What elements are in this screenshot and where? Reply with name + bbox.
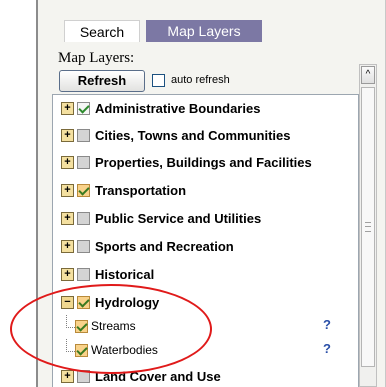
expand-icon[interactable]: + <box>61 129 74 142</box>
layer-label: Historical <box>95 267 155 282</box>
layer-label: Public Service and Utilities <box>95 211 262 226</box>
auto-refresh-checkbox[interactable] <box>152 74 165 87</box>
layer-label: Cities, Towns and Communities <box>95 128 291 143</box>
layer-checkbox[interactable] <box>77 296 90 309</box>
expand-icon[interactable]: + <box>61 240 74 253</box>
layer-checkbox[interactable] <box>77 370 90 383</box>
panel-title: Map Layers: <box>58 50 135 66</box>
layer-checkbox[interactable] <box>77 212 90 225</box>
expand-icon[interactable]: + <box>61 212 74 225</box>
layer-checkbox[interactable] <box>77 240 90 253</box>
sublayer-checkbox[interactable] <box>75 320 88 333</box>
tree-connector <box>66 315 75 328</box>
sublayer-checkbox[interactable] <box>75 344 88 357</box>
layer-label: Administrative Boundaries <box>95 101 261 116</box>
vertical-scrollbar[interactable]: ^ <box>359 64 377 387</box>
expand-icon[interactable]: + <box>61 268 74 281</box>
sublayer-row-streams[interactable]: Streams ? <box>53 315 358 339</box>
layer-row-historical[interactable]: + Historical <box>53 263 358 287</box>
left-margin <box>0 0 36 387</box>
layer-row-public-service[interactable]: + Public Service and Utilities <box>53 207 358 231</box>
collapse-icon[interactable]: − <box>61 296 74 309</box>
layer-row-hydrology[interactable]: − Hydrology <box>53 291 358 315</box>
layer-label: Land Cover and Use <box>95 369 221 384</box>
scroll-thumb[interactable] <box>361 87 375 367</box>
help-icon[interactable]: ? <box>323 317 331 332</box>
sublayer-row-waterbodies[interactable]: Waterbodies ? <box>53 339 358 363</box>
sublayer-label: Waterbodies <box>91 343 158 357</box>
grip-icon <box>365 222 371 232</box>
layer-row-land-cover[interactable]: + Land Cover and Use <box>53 365 358 387</box>
help-icon[interactable]: ? <box>323 341 331 356</box>
layer-tree: + Administrative Boundaries + Cities, To… <box>52 94 359 387</box>
layer-label: Properties, Buildings and Facilities <box>95 155 312 170</box>
scroll-up-arrow-icon[interactable]: ^ <box>361 66 375 84</box>
layers-panel: Search Map Layers Map Layers: Refresh au… <box>36 0 386 387</box>
layer-row-sports-recreation[interactable]: + Sports and Recreation <box>53 235 358 259</box>
layer-checkbox[interactable] <box>77 184 90 197</box>
layer-row-administrative-boundaries[interactable]: + Administrative Boundaries <box>53 97 358 121</box>
layer-row-cities-towns[interactable]: + Cities, Towns and Communities <box>53 124 358 148</box>
refresh-button[interactable]: Refresh <box>59 70 145 92</box>
expand-icon[interactable]: + <box>61 102 74 115</box>
map-layers-window: Search Map Layers Map Layers: Refresh au… <box>0 0 386 387</box>
tab-search[interactable]: Search <box>64 20 140 42</box>
layer-label: Sports and Recreation <box>95 239 234 254</box>
layer-checkbox[interactable] <box>77 129 90 142</box>
layer-checkbox[interactable] <box>77 102 90 115</box>
layer-checkbox[interactable] <box>77 156 90 169</box>
sublayer-label: Streams <box>91 319 136 333</box>
layer-row-transportation[interactable]: + Transportation <box>53 179 358 203</box>
layer-label: Hydrology <box>95 295 160 310</box>
tree-connector <box>66 339 75 352</box>
layer-row-properties-buildings[interactable]: + Properties, Buildings and Facilities <box>53 151 358 175</box>
expand-icon[interactable]: + <box>61 156 74 169</box>
tab-map-layers[interactable]: Map Layers <box>146 20 262 42</box>
layer-label: Transportation <box>95 183 187 198</box>
expand-icon[interactable]: + <box>61 184 74 197</box>
auto-refresh-label: auto refresh <box>171 74 230 86</box>
layer-checkbox[interactable] <box>77 268 90 281</box>
expand-icon[interactable]: + <box>61 370 74 383</box>
